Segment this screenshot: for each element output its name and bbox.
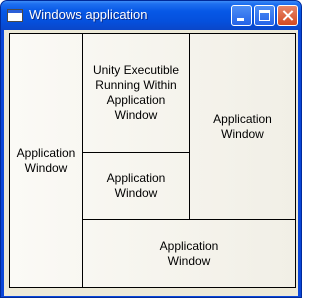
panel-middle-line-2: Window [114, 186, 158, 200]
panel-right-line-1: Application [213, 111, 272, 126]
panel-left: Application Window [10, 34, 82, 287]
application-window: Windows application Application Window U… [0, 0, 302, 298]
panel-unity-line-2: Running Within [95, 78, 177, 92]
panel-middle-line-1: Application [106, 171, 166, 185]
window-title: Windows application [29, 7, 148, 22]
close-button[interactable] [277, 5, 298, 26]
minimize-button[interactable] [231, 5, 252, 26]
client-area: Application Window Unity Executible Runn… [4, 30, 298, 296]
panel-left-line-1: Application [16, 145, 76, 160]
panel-middle: Application Window [83, 153, 189, 219]
panel-unity-line-4: Window [114, 108, 158, 122]
maximize-button[interactable] [254, 5, 275, 26]
panel-bottom-line-2: Window [167, 253, 211, 268]
panel-bottom: Application Window [83, 220, 295, 287]
panel-unity-line-1: Unity Executible [92, 63, 180, 77]
panel-bottom-line-1: Application [159, 238, 219, 253]
panel-unity-line-3: Application [106, 93, 166, 107]
panel-right: Application Window [190, 34, 295, 219]
app-window-icon[interactable] [7, 9, 23, 22]
panel-unity-executable: Unity Executible Running Within Applicat… [83, 34, 189, 152]
title-bar[interactable]: Windows application [1, 1, 301, 30]
panel-right-line-2: Window [221, 126, 264, 141]
layout-grid: Application Window Unity Executible Runn… [9, 33, 296, 288]
panel-left-line-2: Window [24, 160, 68, 175]
